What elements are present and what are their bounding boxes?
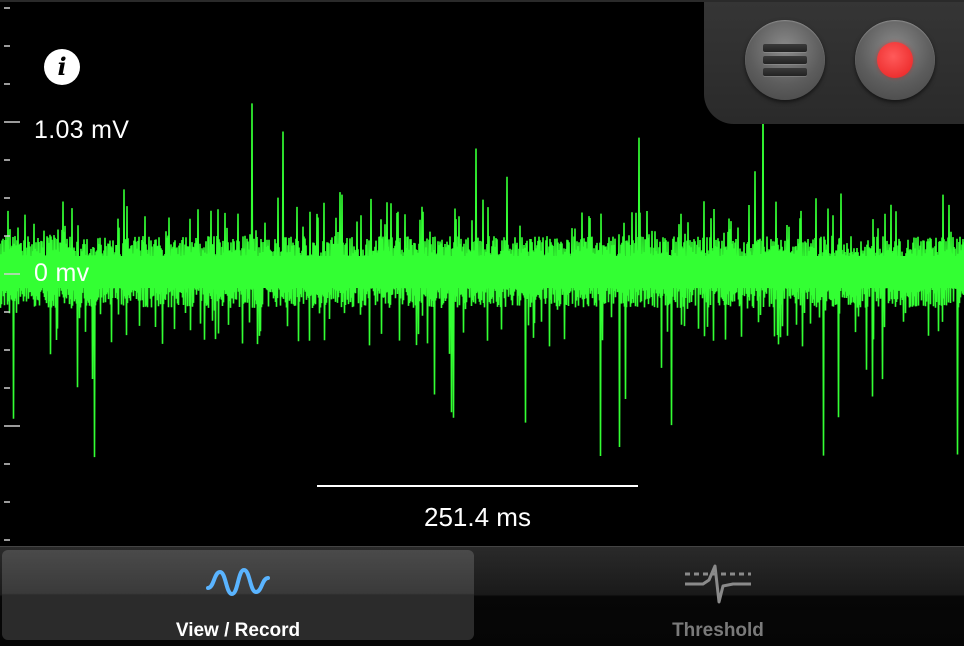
waveform-core [0,256,964,288]
spike-threshold-icon [685,564,751,604]
tab-bar: View / Record Threshold [0,546,964,646]
time-scale-label: 251.4 ms [424,502,531,532]
tab-threshold[interactable]: Threshold [482,550,954,641]
tab-view-record[interactable]: View / Record [2,550,474,641]
info-icon[interactable]: i [44,49,80,85]
menu-button[interactable] [745,20,825,100]
tab-label: View / Record [175,620,301,641]
zero-baseline-label: 0 mv [34,259,90,287]
record-icon [877,42,913,78]
time-scale-bar [317,485,638,487]
tab-label: Threshold [672,620,764,641]
voltage-tick-marks [4,7,20,541]
app-window: i 1.03 mV 0 mv 251.4 ms View / Record Th… [0,0,964,646]
menu-icon [763,44,807,78]
waveform-icon [206,567,270,597]
control-panel [704,2,964,124]
record-button[interactable] [855,20,935,100]
voltage-scale-label: 1.03 mV [34,116,130,144]
